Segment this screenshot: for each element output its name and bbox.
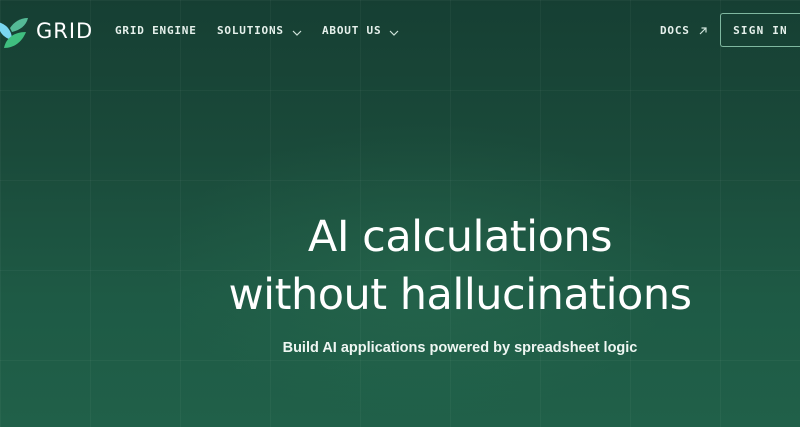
hero-title-line-2: without hallucinations (228, 270, 692, 320)
nav-item-grid-engine[interactable]: GRID ENGINE (115, 24, 197, 37)
logo-text: GRID (36, 19, 94, 43)
arrow-up-right-icon (698, 26, 708, 36)
docs-label: DOCS (660, 24, 690, 37)
logo-link[interactable]: GRID (0, 13, 93, 49)
chevron-down-icon (389, 27, 399, 36)
sign-in-label: SIGN IN (733, 23, 788, 37)
nav-item-label: SOLUTIONS (217, 24, 284, 37)
nav-item-about-us[interactable]: ABOUT US (322, 24, 399, 37)
top-navigation: GRID GRID ENGINE SOLUTIONS ABOUT US DOCS… (0, 0, 800, 64)
nav-item-label: GRID ENGINE (115, 24, 197, 37)
hero-subtitle: Build AI applications powered by spreads… (282, 340, 638, 356)
nav-item-label: ABOUT US (322, 24, 382, 37)
hero-title: AI calculations without hallucinations (160, 208, 760, 324)
chevron-down-icon (292, 27, 302, 36)
docs-link[interactable]: DOCS (660, 24, 708, 37)
leaf-icon (0, 14, 30, 48)
hero-title-line-1: AI calculations (307, 212, 613, 262)
sign-in-button[interactable]: SIGN IN (720, 13, 800, 47)
nav-item-solutions[interactable]: SOLUTIONS (217, 24, 302, 37)
